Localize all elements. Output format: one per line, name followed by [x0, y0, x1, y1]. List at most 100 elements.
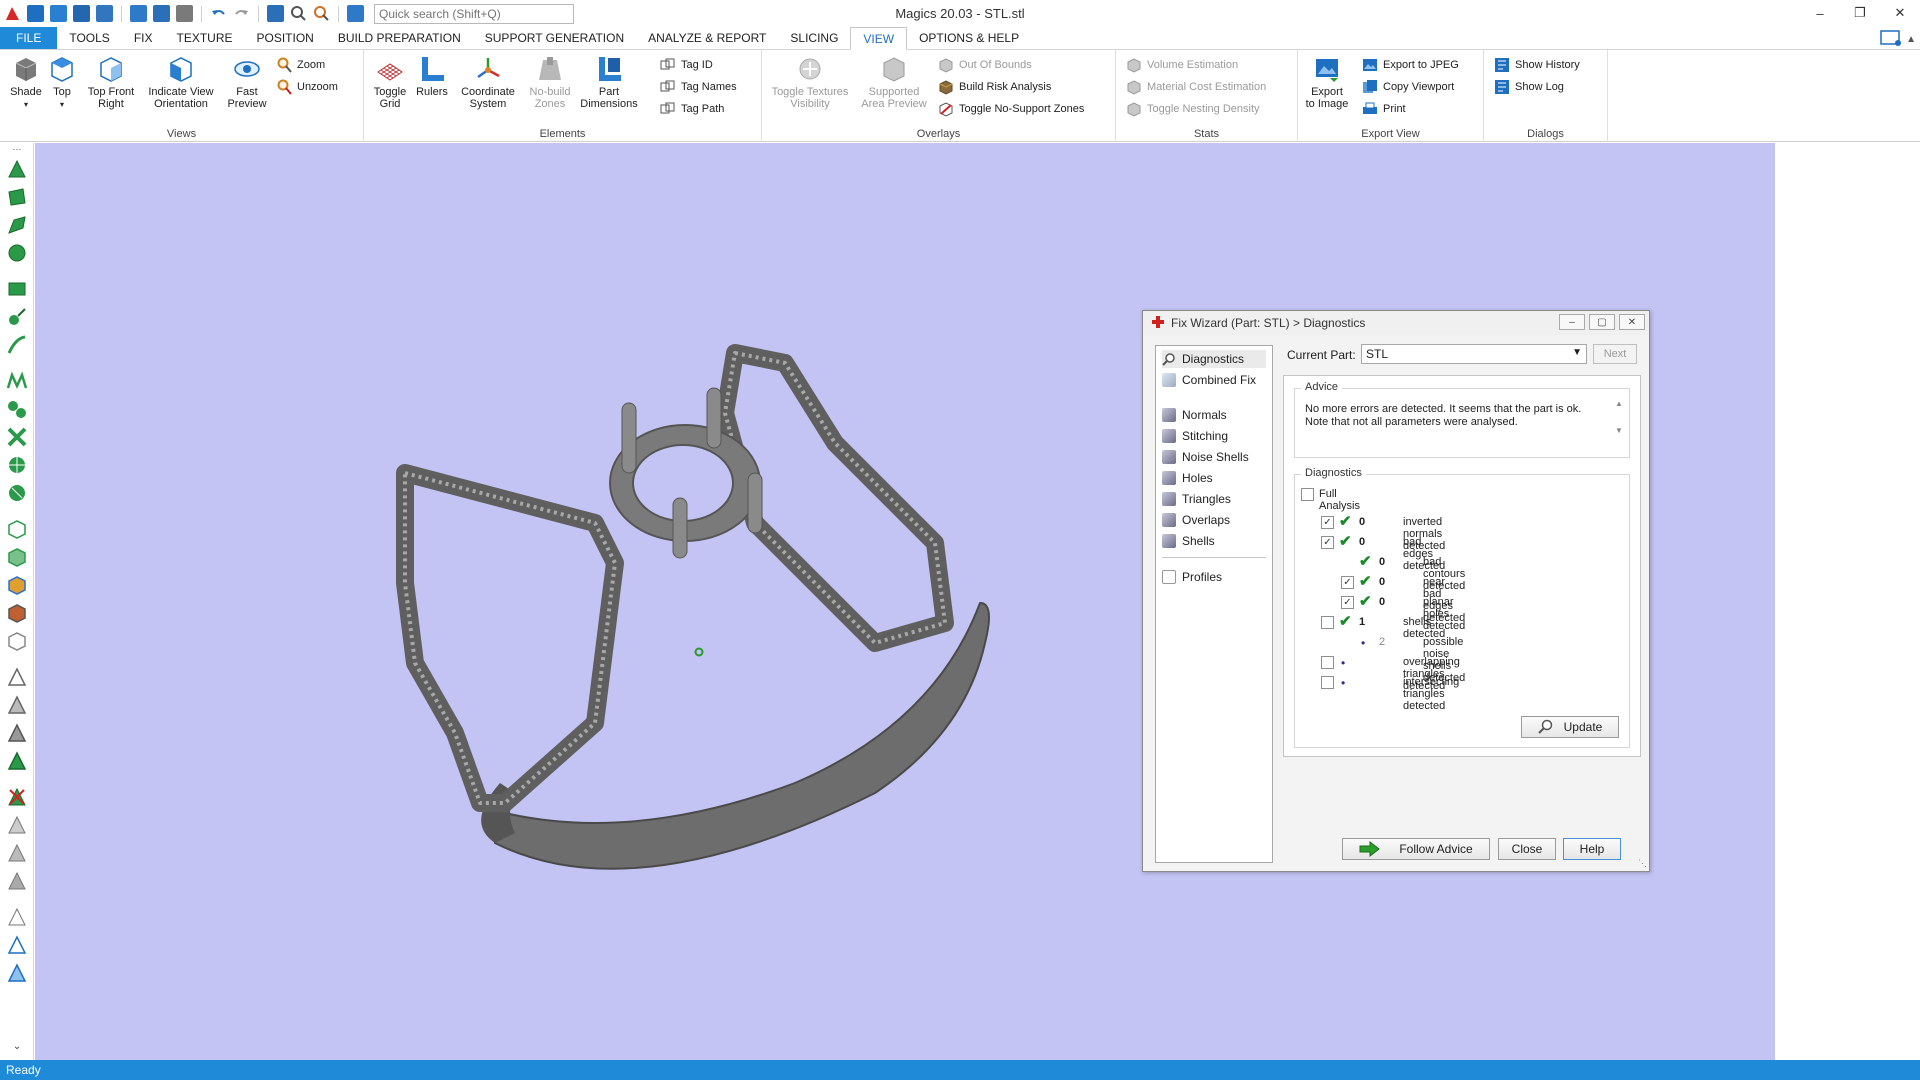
menu-analyze-report[interactable]: ANALYZE & REPORT [636, 27, 778, 49]
select-surface-icon[interactable] [5, 213, 29, 237]
build-risk-analysis-button[interactable]: Build Risk Analysis [938, 78, 1051, 96]
redo-icon[interactable] [233, 5, 250, 22]
fix-wizard-titlebar[interactable]: Fix Wizard (Part: STL) > Diagnostics – ▢… [1143, 311, 1649, 335]
save-as-icon[interactable] [96, 5, 113, 22]
toggle-nesting-density-button[interactable]: Toggle Nesting Density [1126, 100, 1260, 118]
unzoom-button[interactable]: Unzoom [276, 78, 338, 96]
nav-item-holes[interactable]: Holes [1162, 469, 1213, 487]
menu-slicing[interactable]: SLICING [778, 27, 850, 49]
connected-select-icon[interactable] [5, 397, 29, 421]
unzoom-icon[interactable] [313, 5, 330, 22]
box-part-icon[interactable] [5, 517, 29, 541]
open-file-icon[interactable] [50, 5, 67, 22]
indicate-view-orientation-button[interactable]: Indicate View Orientation [144, 54, 218, 110]
lasso-select-icon[interactable] [5, 277, 29, 301]
no-build-zones-button[interactable]: No-build Zones [524, 54, 576, 110]
nav-item-shells[interactable]: Shells [1162, 532, 1215, 550]
view-icon[interactable] [267, 5, 284, 22]
current-part-select[interactable]: STL ▼ [1361, 344, 1587, 364]
next-button[interactable]: Next [1593, 344, 1637, 364]
select-shell-icon[interactable] [5, 241, 29, 265]
supported-area-preview-button[interactable]: Supported Area Preview [858, 54, 930, 110]
shade-button[interactable]: Shade ▾ [6, 54, 46, 111]
copy-viewport-button[interactable]: Copy Viewport [1362, 78, 1454, 96]
expand-toolbar-icon[interactable]: ⌄ [5, 1039, 29, 1053]
layout-icon[interactable] [1880, 29, 1902, 50]
select-plane-icon[interactable] [5, 185, 29, 209]
update-button[interactable]: Update [1521, 716, 1619, 738]
blue-triangle-icon[interactable] [5, 933, 29, 957]
minimize-button[interactable]: – [1800, 2, 1840, 24]
import-icon[interactable] [130, 5, 147, 22]
mark-triangle-gray3-icon[interactable] [5, 721, 29, 745]
restore-button[interactable]: ❐ [1840, 2, 1880, 24]
toggle-no-support-zones-button[interactable]: Toggle No-Support Zones [938, 100, 1084, 118]
dialog-minimize-button[interactable]: – [1559, 314, 1585, 330]
show-log-button[interactable]: Show Log [1494, 78, 1564, 96]
menu-tools[interactable]: TOOLS [57, 27, 121, 49]
dialog-restore-button[interactable]: ▢ [1589, 314, 1615, 330]
export-to-image-button[interactable]: Export to Image [1304, 54, 1350, 110]
fast-preview-button[interactable]: Fast Preview [222, 54, 272, 110]
box-warning-icon[interactable] [5, 601, 29, 625]
menu-file[interactable]: FILE [0, 27, 58, 49]
menu-options-help[interactable]: OPTIONS & HELP [907, 27, 1031, 49]
nav-item-diagnostics[interactable]: Diagnostics [1162, 350, 1266, 368]
blue-triangle2-icon[interactable] [5, 961, 29, 985]
new-file-icon[interactable] [27, 5, 44, 22]
box-color-icon[interactable] [5, 573, 29, 597]
unmark-triangle-icon[interactable] [5, 785, 29, 809]
wave-select-icon[interactable] [5, 369, 29, 393]
close-button[interactable]: Close [1498, 838, 1556, 860]
volume-estimation-button[interactable]: Volume Estimation [1126, 56, 1238, 74]
close-part-icon[interactable] [176, 5, 193, 22]
app-logo-icon[interactable] [4, 5, 21, 22]
planar-holes-checkbox[interactable]: ✓ [1341, 596, 1354, 609]
menu-view[interactable]: VIEW [850, 27, 908, 50]
help-button[interactable]: Help [1563, 838, 1621, 860]
top-front-right-button[interactable]: Top Front Right [82, 54, 140, 110]
rulers-button[interactable]: Rulers [412, 54, 452, 98]
brush-select-icon[interactable] [5, 305, 29, 329]
nav-item-noise-shells[interactable]: Noise Shells [1162, 448, 1249, 466]
box-outline-icon[interactable] [5, 629, 29, 653]
nav-item-stitching[interactable]: Stitching [1162, 427, 1228, 445]
nav-item-combined-fix[interactable]: Combined Fix [1162, 371, 1256, 389]
box-green-icon[interactable] [5, 545, 29, 569]
undo-icon[interactable] [210, 5, 227, 22]
show-history-button[interactable]: Show History [1494, 56, 1580, 74]
top-view-button[interactable]: Top ▾ [46, 54, 78, 111]
full-analysis-checkbox[interactable] [1301, 488, 1314, 501]
out-of-bounds-button[interactable]: Out Of Bounds [938, 56, 1032, 74]
mark-triangle-gray2-icon[interactable] [5, 693, 29, 717]
overlapping-triangles-checkbox[interactable] [1321, 656, 1334, 669]
bad-edges-checkbox[interactable]: ✓ [1321, 536, 1334, 549]
material-cost-estimation-button[interactable]: Material Cost Estimation [1126, 78, 1266, 96]
menu-position[interactable]: POSITION [245, 27, 326, 49]
inverted-normals-checkbox[interactable]: ✓ [1321, 516, 1334, 529]
nav-item-triangles[interactable]: Triangles [1162, 490, 1231, 508]
menu-texture[interactable]: TEXTURE [164, 27, 244, 49]
close-window-button[interactable]: ✕ [1880, 2, 1920, 24]
nav-item-normals[interactable]: Normals [1162, 406, 1227, 424]
curve-select-icon[interactable] [5, 333, 29, 357]
menu-support-generation[interactable]: SUPPORT GENERATION [473, 27, 636, 49]
tag-names-button[interactable]: Tag Names [660, 78, 737, 96]
zoom-icon[interactable] [290, 5, 307, 22]
dialog-close-button[interactable]: ✕ [1619, 314, 1645, 330]
tag-path-button[interactable]: Tag Path [660, 100, 724, 118]
nav-item-profiles[interactable]: Profiles [1162, 568, 1222, 586]
quick-search-input[interactable] [374, 3, 574, 24]
zoom-button[interactable]: Zoom [276, 56, 325, 74]
nav-item-overlaps[interactable]: Overlaps [1162, 511, 1230, 529]
part-dimensions-button[interactable]: Part Dimensions [580, 54, 638, 110]
mesh-triangle-icon[interactable] [5, 813, 29, 837]
toolbar-grip-icon[interactable]: ⋯ [5, 144, 29, 154]
coordinate-system-button[interactable]: Coordinate System [458, 54, 518, 110]
near-bad-edges-checkbox[interactable]: ✓ [1341, 576, 1354, 589]
export-to-jpeg-button[interactable]: Export to JPEG [1362, 56, 1459, 74]
select-triangle-icon[interactable] [5, 157, 29, 181]
outline-triangle-icon[interactable] [5, 905, 29, 929]
menu-fix[interactable]: FIX [122, 27, 165, 49]
toggle-grid-button[interactable]: Toggle Grid [368, 54, 412, 110]
